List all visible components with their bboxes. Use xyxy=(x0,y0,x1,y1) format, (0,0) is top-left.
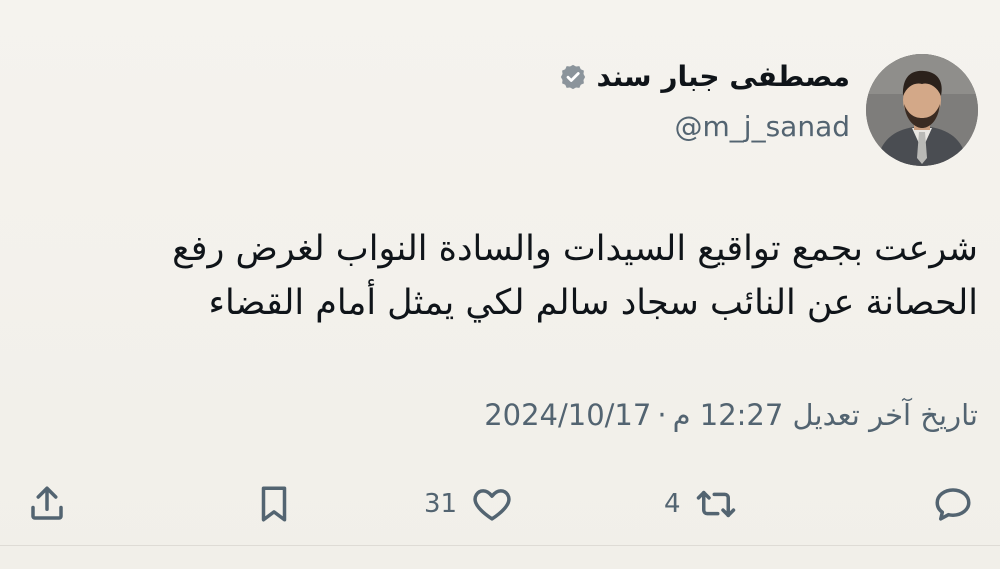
author-name-row: مصطفى جبار سند xyxy=(558,61,850,93)
bookmark-button[interactable] xyxy=(253,480,295,528)
share-icon xyxy=(31,486,63,520)
like-count: 31 xyxy=(424,489,458,519)
tweet-line: شرعت بجمع تواقيع السيدات والسادة النواب … xyxy=(172,229,978,269)
tweet-line: الحصانة عن النائب سجاد سالم لكي يمثل أما… xyxy=(208,283,978,324)
share-button[interactable] xyxy=(26,480,68,528)
reply-button[interactable] xyxy=(932,480,974,528)
meta-separator: · xyxy=(657,398,667,432)
retweet-button[interactable]: 4 xyxy=(664,480,737,528)
tweet-card: مصطفى جبار سند @m_j_sanad شرعت بجمع تواق… xyxy=(0,0,1000,569)
author-handle[interactable]: @m_j_sanad xyxy=(675,110,850,143)
action-bar: 31 4 xyxy=(20,480,980,528)
author-name[interactable]: مصطفى جبار سند xyxy=(596,61,850,93)
edited-label: تاريخ آخر تعديل xyxy=(792,398,978,432)
divider xyxy=(0,545,1000,546)
like-button[interactable]: 31 xyxy=(424,480,513,528)
heart-icon xyxy=(473,489,511,521)
tweet-time: 12:27 م xyxy=(672,398,784,432)
tweet-timestamp[interactable]: تاريخ آخر تعديل 12:27 م·2024/10/17 xyxy=(484,398,978,432)
profile-photo-icon xyxy=(866,54,978,166)
verified-badge-icon xyxy=(561,65,586,90)
avatar[interactable] xyxy=(866,54,978,166)
tweet-date: 2024/10/17 xyxy=(484,398,652,432)
tweet-body: شرعت بجمع تواقيع السيدات والسادة النواب … xyxy=(88,222,978,331)
retweet-count: 4 xyxy=(664,489,681,519)
bookmark-icon xyxy=(261,486,287,522)
reply-icon xyxy=(935,488,971,521)
retweet-icon xyxy=(696,490,735,518)
